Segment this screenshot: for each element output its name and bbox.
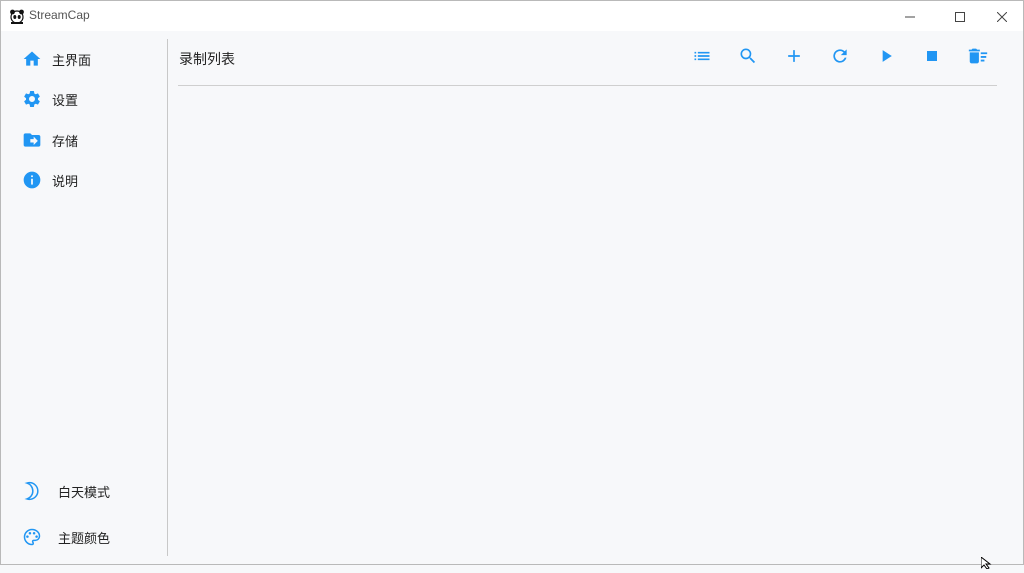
toggle-list-view-button[interactable]: [689, 45, 715, 71]
mouse-cursor-icon: [980, 554, 993, 573]
maximize-icon: [955, 7, 965, 26]
sidebar-item-label: 主界面: [52, 53, 92, 69]
title-bar: StreamCap: [1, 1, 1023, 31]
page-title: 录制列表: [179, 52, 235, 68]
app-window: StreamCap 主界面 设置 存储 说明 白天模式 主题颜色 录制列表: [0, 0, 1024, 570]
sidebar-item-label: 说明: [52, 174, 79, 190]
list-icon: [692, 46, 712, 70]
minimize-button[interactable]: [887, 1, 933, 31]
palette-icon: [22, 527, 42, 547]
theme-mode-label: 白天模式: [58, 485, 111, 501]
start-all-button[interactable]: [873, 45, 899, 71]
stop-all-button[interactable]: [919, 45, 945, 71]
sidebar-item-settings[interactable]: 设置: [1, 79, 165, 119]
add-button[interactable]: [781, 45, 807, 71]
theme-mode-toggle[interactable]: 白天模式: [1, 471, 165, 511]
delete-all-button[interactable]: [965, 45, 991, 71]
minimize-icon: [905, 7, 915, 26]
delete-all-icon: [967, 45, 989, 71]
play-icon: [876, 46, 896, 70]
info-icon: [22, 170, 42, 190]
sidebar-item-about[interactable]: 说明: [1, 160, 165, 200]
sidebar-item-storage[interactable]: 存储: [1, 120, 165, 160]
window-title: StreamCap: [29, 8, 90, 22]
sidebar-item-label: 存储: [52, 134, 79, 150]
refresh-icon: [830, 46, 850, 70]
sidebar-item-label: 设置: [52, 93, 79, 109]
close-icon: [996, 7, 1008, 26]
panda-logo-icon: [9, 8, 25, 24]
search-icon: [738, 46, 758, 70]
stop-icon: [922, 46, 942, 70]
sidebar-divider: [167, 39, 168, 556]
folder-icon: [22, 130, 42, 150]
sidebar: 主界面 设置 存储 说明 白天模式 主题颜色: [1, 31, 167, 564]
header-divider: [178, 85, 997, 86]
close-button[interactable]: [979, 1, 1024, 31]
add-icon: [784, 46, 804, 70]
maximize-button[interactable]: [937, 1, 983, 31]
theme-color-label: 主题颜色: [58, 531, 111, 547]
moon-icon: [22, 481, 42, 501]
refresh-button[interactable]: [827, 45, 853, 71]
sidebar-item-home[interactable]: 主界面: [1, 39, 165, 79]
gear-icon: [22, 89, 42, 109]
home-icon: [22, 49, 42, 69]
search-button[interactable]: [735, 45, 761, 71]
theme-color-button[interactable]: 主题颜色: [1, 517, 165, 557]
